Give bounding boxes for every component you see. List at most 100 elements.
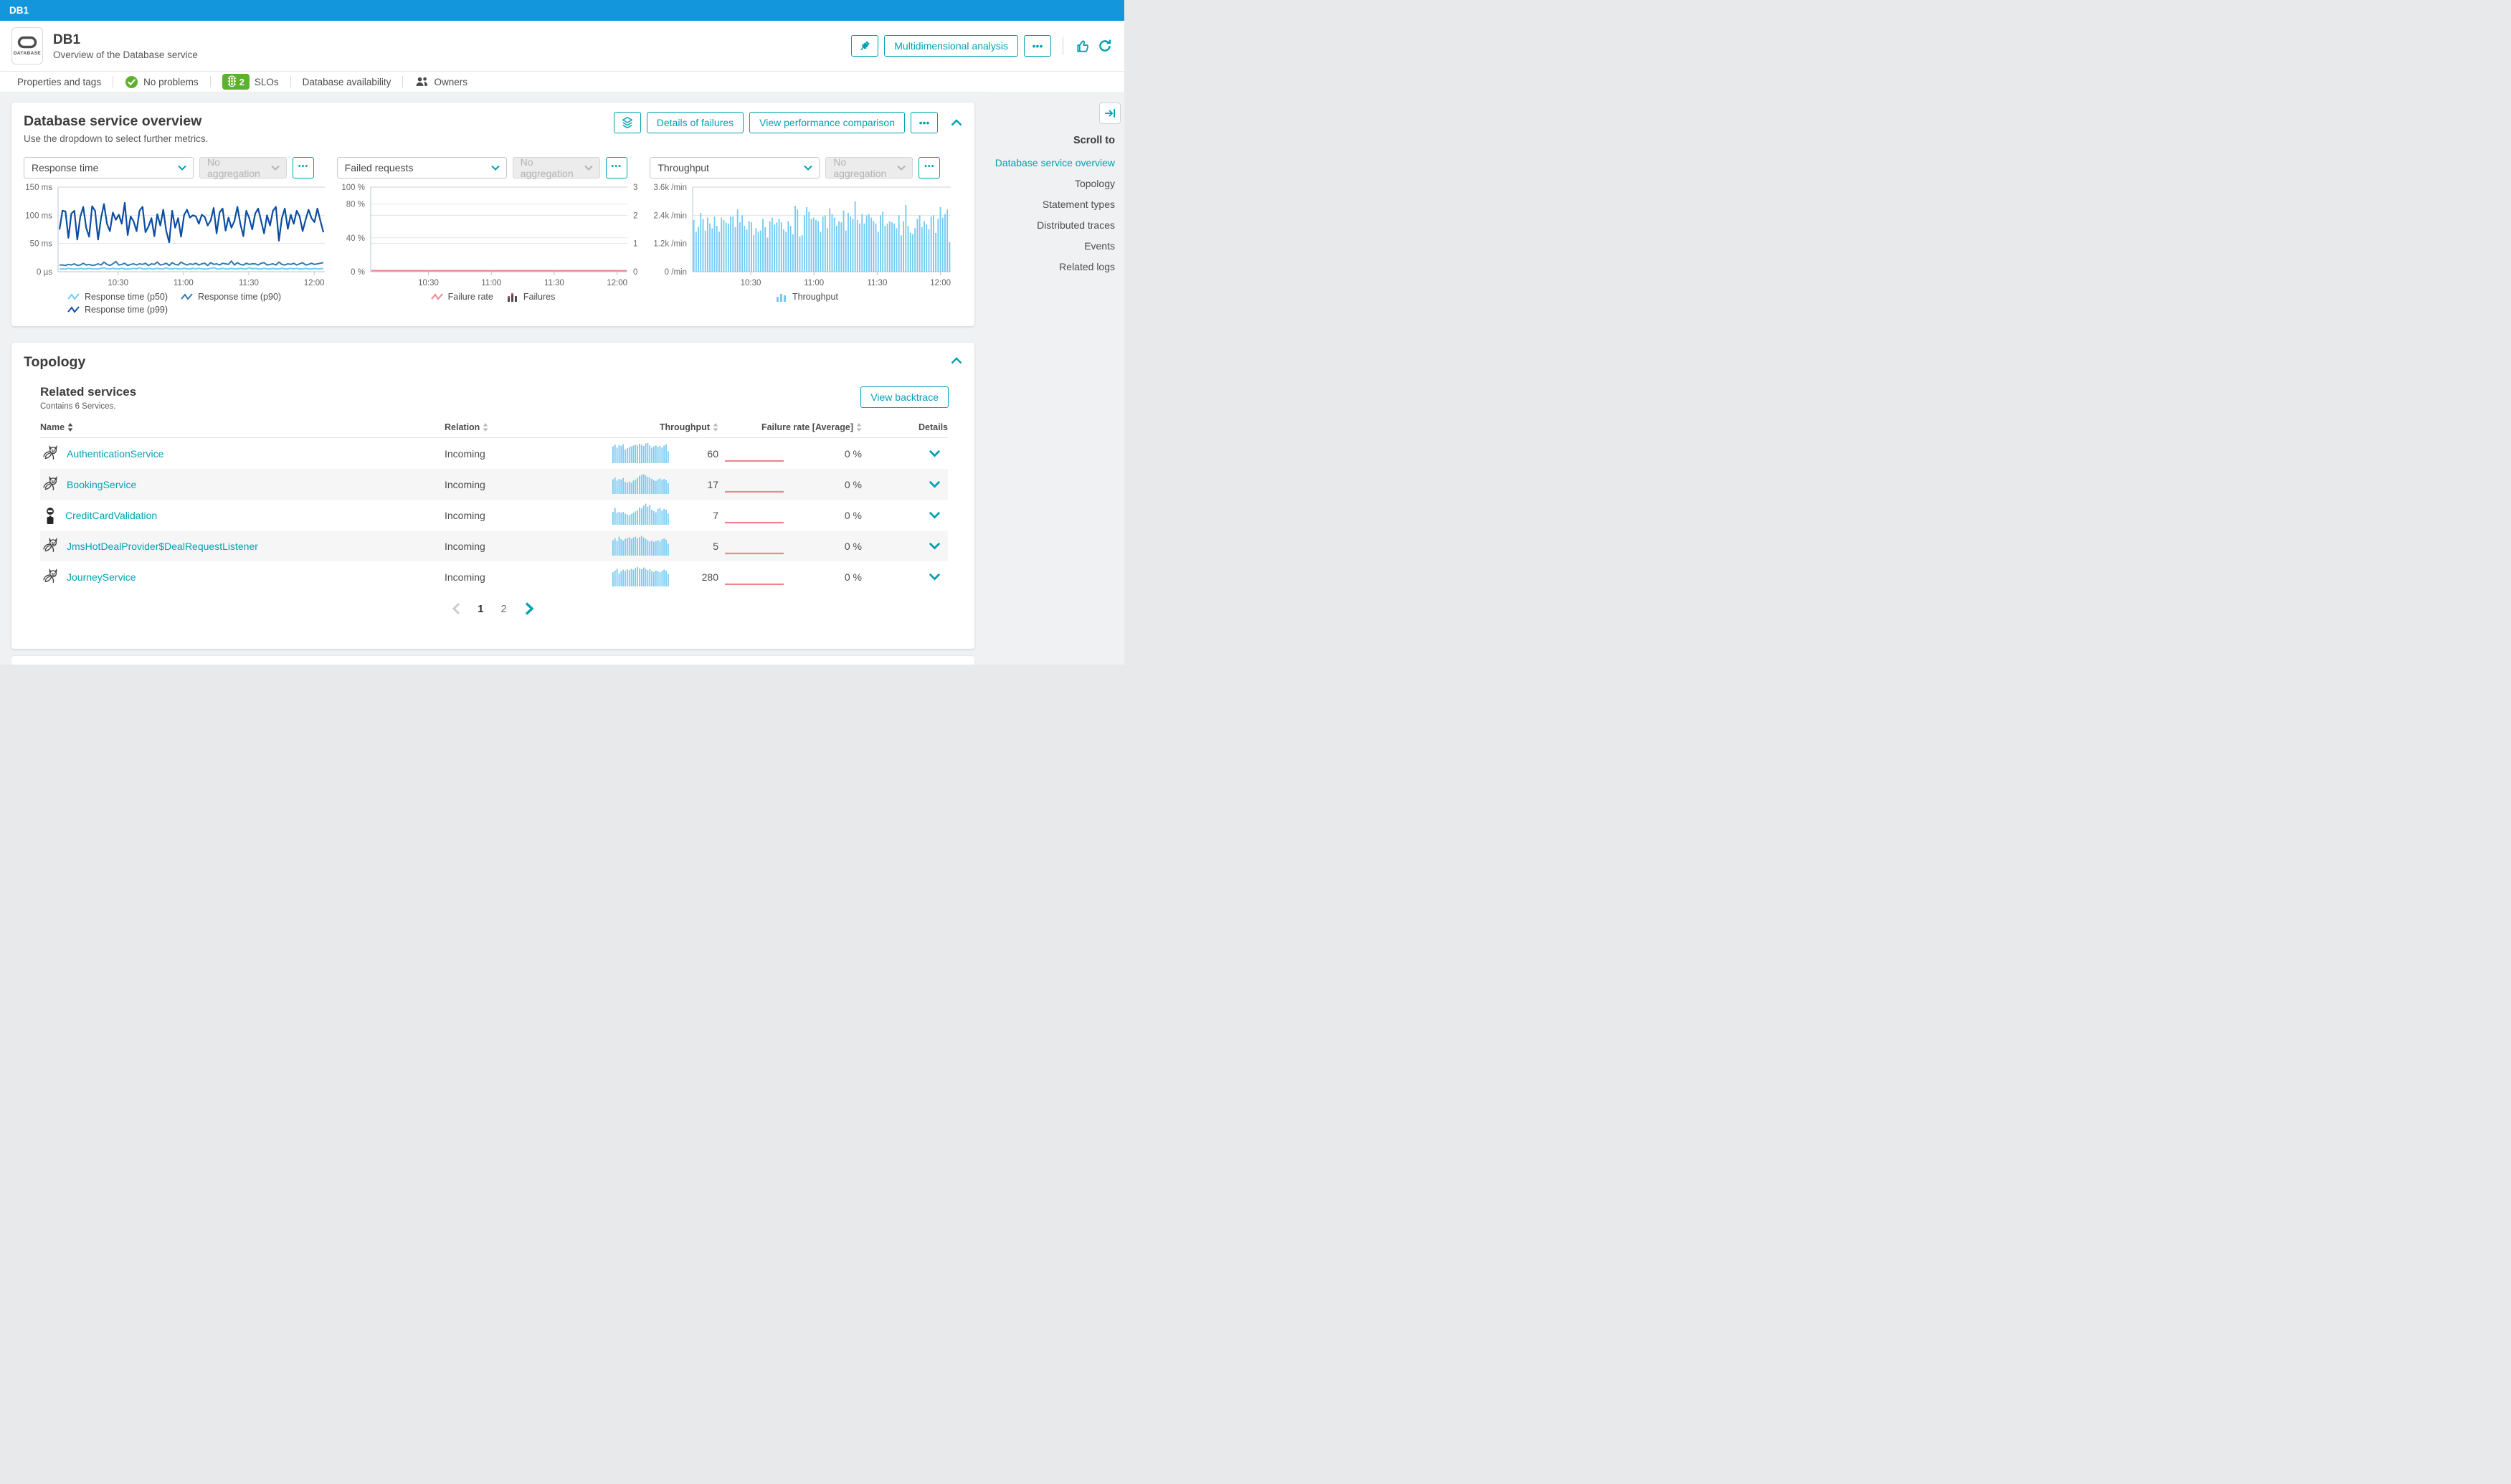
scroll-link-related-logs[interactable]: Related logs: [995, 261, 1115, 272]
tab-database-availability[interactable]: Database availability: [291, 72, 403, 92]
relation-cell: Incoming: [445, 540, 485, 552]
pagination-page-2[interactable]: 2: [501, 603, 507, 615]
svg-text:12:00: 12:00: [930, 279, 951, 287]
svg-text:0: 0: [633, 268, 637, 277]
sort-icon: [856, 423, 862, 432]
arrow-to-line-icon: [1105, 109, 1116, 118]
tomcat-service-icon: [43, 537, 57, 552]
view-performance-comparison-button[interactable]: View performance comparison: [749, 112, 905, 133]
svg-text:11:30: 11:30: [544, 279, 564, 287]
legend-swatch-icon: [181, 292, 193, 300]
tab-slos[interactable]: 2 SLOs: [211, 72, 290, 92]
tab-label: No problems: [143, 76, 199, 87]
failed-requests-chart: 100 % 80 % 40 % 0 % 3 2 1 0 10:30 11:00 11:30 12:00…: [338, 183, 649, 318]
pagination-prev-button[interactable]: [452, 602, 460, 615]
column-header-relation[interactable]: Relation: [445, 422, 612, 432]
tab-owners[interactable]: Owners: [403, 72, 479, 92]
legend-item-failures[interactable]: Failures: [506, 292, 555, 302]
metric-select-throughput[interactable]: Throughput: [650, 157, 820, 179]
check-circle-icon: [125, 75, 138, 88]
overview-collapse-button[interactable]: [951, 119, 962, 126]
legend-swatch-icon: [67, 292, 80, 300]
failure-rate-value: 0 %: [844, 478, 862, 490]
scroll-to-title: Scroll to: [1073, 135, 1115, 146]
details-expand-button[interactable]: [929, 573, 941, 581]
breadcrumb[interactable]: DB1: [9, 5, 29, 16]
overview-more-button[interactable]: •••: [911, 112, 938, 133]
column-header-name[interactable]: Name: [40, 422, 445, 432]
topology-card: Topology Related services Contains 6 Ser…: [11, 343, 974, 649]
scroll-link-topology[interactable]: Topology: [995, 178, 1115, 189]
multidimensional-analysis-button[interactable]: Multidimensional analysis: [884, 35, 1018, 57]
details-expand-button[interactable]: [929, 511, 941, 519]
details-cell: [862, 480, 948, 488]
relation-cell: Incoming: [445, 478, 485, 490]
svg-text:11:30: 11:30: [867, 279, 887, 287]
related-services-title: Related services: [40, 385, 137, 399]
aggregation-select-3: No aggregation: [825, 156, 913, 179]
layers-button[interactable]: [613, 112, 641, 133]
aggregation-value: No aggregation: [833, 156, 887, 179]
details-of-failures-button[interactable]: Details of failures: [646, 112, 744, 133]
metric-select-failed-requests[interactable]: Failed requests: [336, 157, 507, 179]
column-header-failure-rate[interactable]: Failure rate [Average]: [718, 422, 862, 432]
service-link[interactable]: JourneyService: [67, 571, 136, 583]
legend-item-response-time-p90-[interactable]: Response time (p90): [181, 292, 281, 302]
chevron-down-icon: [490, 165, 500, 171]
legend-item-response-time-p99-[interactable]: Response time (p99): [67, 305, 168, 315]
pin-button[interactable]: [851, 35, 879, 57]
svg-text:1: 1: [633, 240, 637, 249]
chart-plot: 150 ms 100 ms 50 ms 0 µs 10:30 11:00 11:30 12:0…: [25, 184, 325, 287]
table-row: JourneyService Incoming 280 0 %: [40, 561, 948, 592]
chevron-down-icon: [929, 573, 941, 581]
entity-header: DATABASE DB1 Overview of the Database se…: [0, 21, 1124, 71]
failure-rate-sparkline: [718, 438, 826, 469]
details-expand-button[interactable]: [929, 450, 941, 457]
column-header-throughput[interactable]: Throughput: [612, 422, 718, 432]
tomcat-service-icon: [43, 475, 57, 490]
chart-more-button-1[interactable]: •••: [293, 157, 314, 179]
view-backtrace-button[interactable]: View backtrace: [860, 386, 949, 408]
chevron-down-icon: [271, 165, 280, 171]
layers-icon: [622, 117, 632, 128]
scroll-link-events[interactable]: Events: [995, 240, 1115, 252]
next-card-partial: [11, 656, 974, 665]
topology-collapse-button[interactable]: [951, 357, 962, 364]
legend-item-throughput[interactable]: Throughput: [775, 292, 838, 302]
service-link[interactable]: BookingService: [67, 479, 136, 490]
refresh-button[interactable]: [1097, 38, 1113, 54]
service-name-cell: AuthenticationService: [40, 444, 445, 463]
tomcat-service-icon: [43, 444, 57, 460]
throughput-sparkline: [612, 502, 674, 528]
chart-more-button-2[interactable]: •••: [605, 157, 627, 179]
tab-problems[interactable]: No problems: [113, 72, 210, 92]
service-link[interactable]: AuthenticationService: [67, 448, 163, 460]
feedback-button[interactable]: [1075, 38, 1091, 54]
table-row: AuthenticationService Incoming 60 0 %: [40, 438, 948, 469]
scroll-link-statement-types[interactable]: Statement types: [995, 199, 1115, 210]
chart-more-button-3[interactable]: •••: [919, 157, 941, 179]
metric-select-response-time[interactable]: Response time: [24, 157, 194, 179]
scroll-link-database-service-overview[interactable]: Database service overview: [995, 157, 1115, 168]
panel-collapse-button[interactable]: [1099, 103, 1121, 124]
chevron-down-icon: [178, 165, 186, 171]
service-link[interactable]: JmsHotDealProvider$DealRequestListener: [67, 541, 258, 552]
service-link[interactable]: CreditCardValidation: [65, 510, 157, 521]
svg-text:10:30: 10:30: [108, 279, 128, 287]
svg-text:10:30: 10:30: [418, 279, 439, 287]
details-expand-button[interactable]: [929, 542, 941, 550]
failure-rate-value: 0 %: [844, 447, 862, 460]
metric-select-value: Response time: [32, 162, 99, 173]
header-more-button[interactable]: •••: [1024, 35, 1051, 57]
legend-item-failure-rate[interactable]: Failure rate: [430, 292, 493, 302]
details-expand-button[interactable]: [929, 480, 941, 488]
service-name-cell: JourneyService: [40, 568, 445, 586]
scroll-link-distributed-traces[interactable]: Distributed traces: [995, 219, 1115, 231]
legend-swatch-icon: [67, 305, 80, 313]
legend-item-response-time-p50-[interactable]: Response time (p50): [67, 292, 168, 302]
chevron-up-icon: [951, 119, 962, 126]
throughput-value: 7: [713, 509, 718, 521]
pagination-next-button[interactable]: [524, 601, 534, 616]
tab-properties-and-tags[interactable]: Properties and tags: [17, 72, 113, 92]
pagination-page-1[interactable]: 1: [478, 603, 483, 615]
